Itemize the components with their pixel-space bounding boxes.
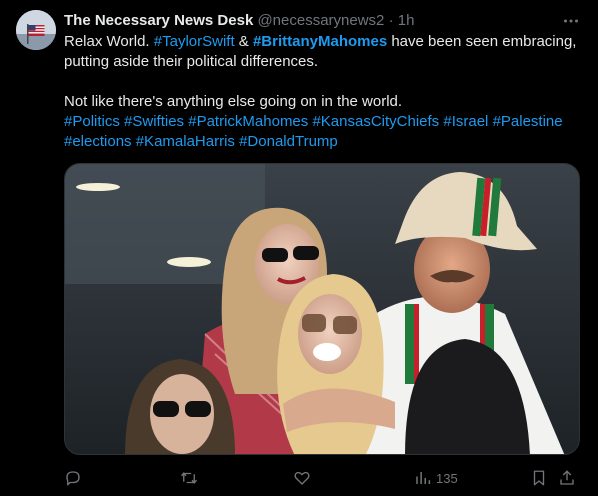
hashtag-link[interactable]: #elections [64, 133, 132, 150]
separator-dot: · [388, 12, 394, 29]
tweet-paragraph-1: Relax World. #TaylorSwift & #BrittanyMah… [64, 32, 578, 72]
author-name[interactable]: The Necessary News Desk [64, 12, 253, 29]
bookmark-icon [533, 470, 545, 486]
author-handle[interactable]: @necessarynews2 [257, 12, 384, 29]
hashtag-link[interactable]: #PatrickMahomes [188, 113, 308, 130]
hashtag-link[interactable]: #KamalaHarris [136, 133, 235, 150]
share-icon [560, 470, 574, 485]
text-run: Not like there's anything else going on … [64, 93, 403, 110]
avatar[interactable] [16, 10, 56, 50]
post-time[interactable]: 1h [398, 12, 415, 29]
views-button[interactable]: 135 [414, 467, 458, 489]
hashtag-link[interactable]: #Politics [64, 113, 120, 130]
text-run: Relax World. [64, 33, 154, 50]
tweet-actions: 135 [64, 467, 578, 489]
tweet-hashtags: #Politics #Swifties #PatrickMahomes #Kan… [64, 112, 578, 152]
hashtag-link[interactable]: #DonaldTrump [239, 133, 338, 150]
heart-icon [294, 471, 310, 485]
more-options-button[interactable] [560, 10, 582, 32]
tweet[interactable]: The Necessary News Desk @necessarynews2 … [0, 0, 598, 496]
bookmark-button[interactable] [530, 467, 548, 489]
ellipsis-icon [564, 19, 578, 23]
hashtag-link[interactable]: #Palestine [493, 113, 563, 130]
share-button[interactable] [558, 467, 576, 489]
hashtag-link[interactable]: #KansasCityChiefs [312, 113, 439, 130]
views-icon [416, 472, 431, 484]
hashtag-link[interactable]: #TaylorSwift [154, 33, 235, 50]
hashtag-link[interactable]: #BrittanyMahomes [253, 33, 387, 50]
reply-button[interactable] [64, 467, 82, 489]
like-button[interactable] [293, 467, 311, 489]
reply-icon [66, 471, 80, 486]
hashtag-link[interactable]: #Swifties [124, 113, 184, 130]
tweet-header: The Necessary News Desk @necessarynews2 … [64, 11, 558, 31]
views-count: 135 [436, 470, 458, 486]
tweet-photo[interactable] [64, 163, 580, 455]
hashtag-link[interactable]: #Israel [443, 113, 488, 130]
text-run: & [234, 33, 253, 50]
retweet-button[interactable] [179, 467, 199, 489]
tweet-text: Relax World. #TaylorSwift & #BrittanyMah… [64, 32, 578, 152]
retweet-icon [180, 472, 198, 484]
tweet-paragraph-2: Not like there's anything else going on … [64, 92, 578, 112]
